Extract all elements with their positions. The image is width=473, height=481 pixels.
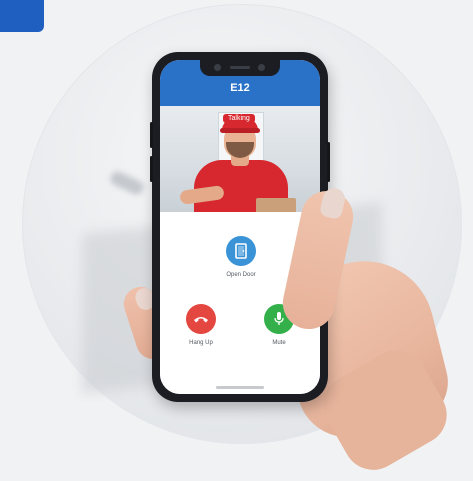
call-header: E12 xyxy=(160,60,320,106)
phone-hangup-icon xyxy=(194,317,208,323)
sensor-icon xyxy=(258,64,265,71)
microphone-icon xyxy=(274,312,284,325)
phone-power-button xyxy=(327,142,330,182)
video-feed: Talking xyxy=(160,106,320,212)
phone-volume-button xyxy=(150,156,153,182)
home-indicator[interactable] xyxy=(216,386,264,389)
courier-cap-brim xyxy=(220,128,260,133)
device-title: E12 xyxy=(230,82,250,94)
parcel-box xyxy=(256,198,296,212)
hang-up-button[interactable] xyxy=(186,304,216,334)
talking-badge: Talking xyxy=(223,114,255,123)
phone-screen: E12 Talking Open Door Hang Up Mute xyxy=(160,60,320,394)
speaker-grille xyxy=(230,66,250,69)
phone-volume-button xyxy=(150,122,153,148)
corner-tab xyxy=(0,0,44,32)
open-door-label: Open Door xyxy=(226,272,256,278)
open-door-button[interactable] xyxy=(226,236,256,266)
door-icon xyxy=(235,243,247,259)
mute-label: Mute xyxy=(272,340,286,346)
phone-notch xyxy=(200,60,280,76)
hang-up-label: Hang Up xyxy=(189,340,213,346)
camera-icon xyxy=(214,64,221,71)
